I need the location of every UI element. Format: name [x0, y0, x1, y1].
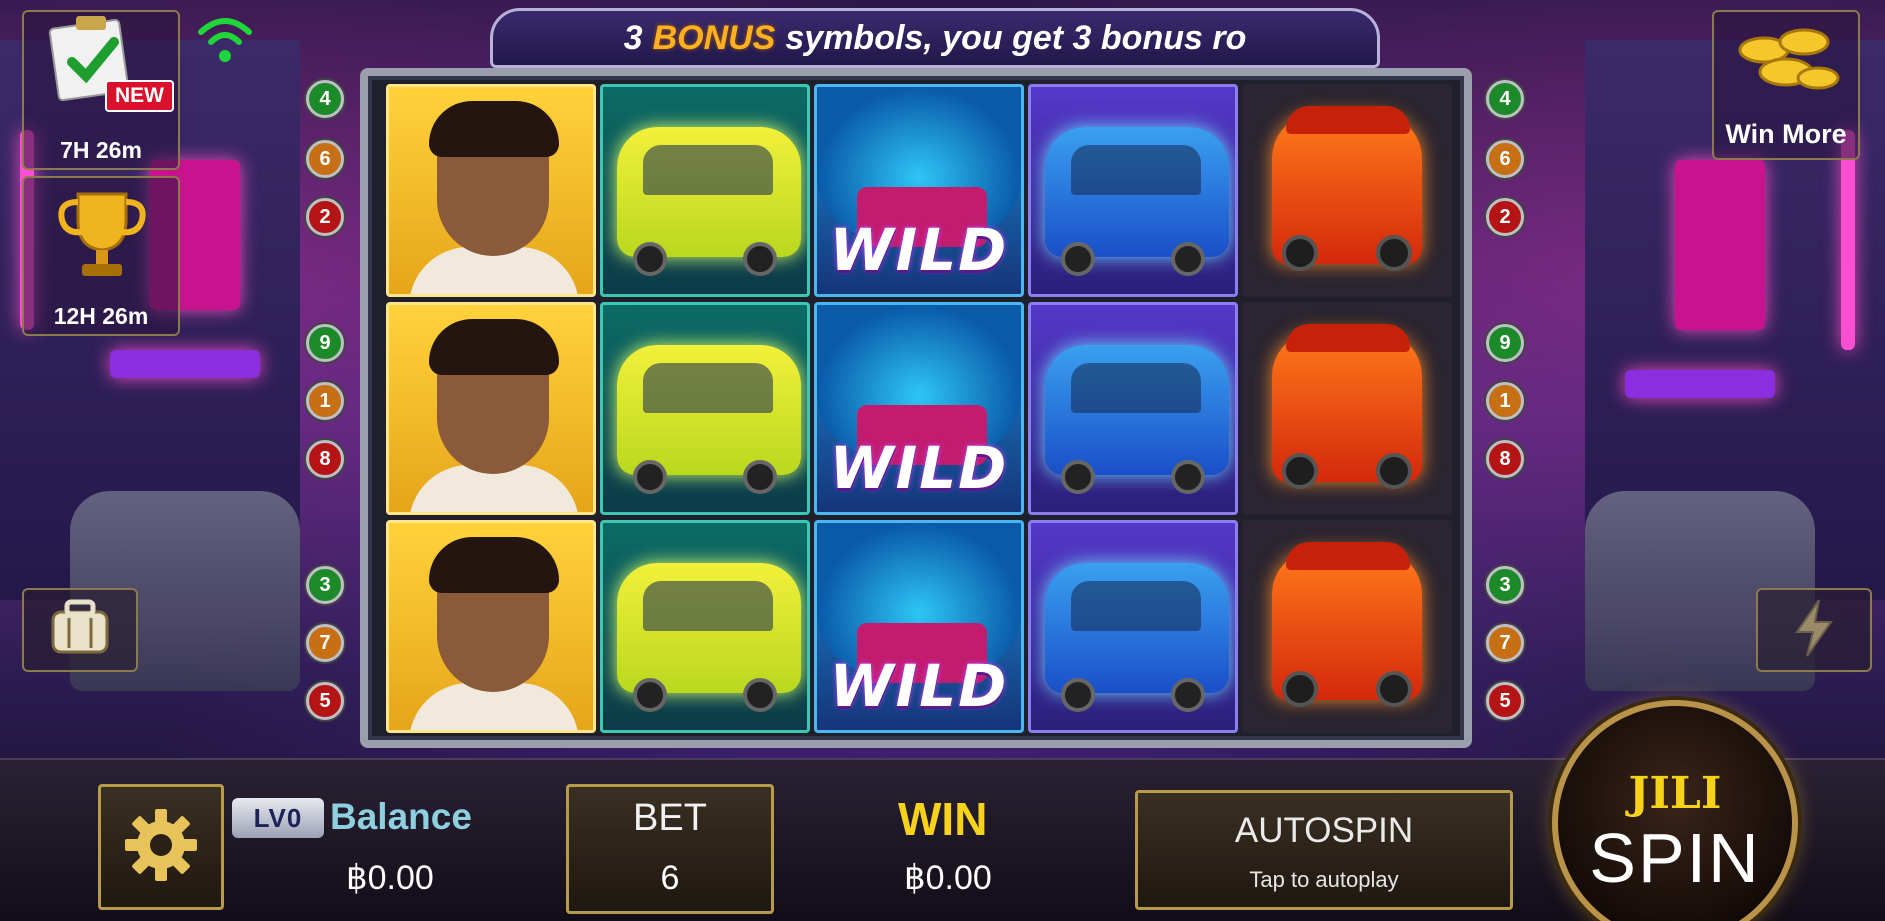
symbol-blue-taxi — [1028, 302, 1238, 515]
bet-value: 6 — [660, 859, 680, 897]
symbol-wild: WILD — [814, 302, 1024, 515]
leaderboard-widget[interactable]: 12H 26m — [22, 176, 180, 336]
symbol-blue-taxi — [1028, 84, 1238, 297]
payline-left-8: 8 — [306, 440, 344, 478]
payline-left-2: 2 — [306, 198, 344, 236]
lightning-icon — [1789, 598, 1839, 663]
level-badge: LV0 — [232, 798, 324, 838]
payline-right-5: 5 — [1486, 682, 1524, 720]
symbol-wild: WILD — [814, 84, 1024, 297]
payline-right-7: 7 — [1486, 624, 1524, 662]
payline-left-6: 6 — [306, 140, 344, 178]
daily-task-widget[interactable]: NEW 7H 26m — [22, 10, 180, 170]
banner-highlight: BONUS — [652, 18, 776, 57]
bet-label: BET — [633, 797, 707, 839]
bet-button[interactable]: BET 6 — [566, 784, 774, 914]
balance-value: ฿0.00 — [346, 859, 434, 897]
turbo-button[interactable] — [1756, 588, 1872, 672]
gear-icon — [121, 805, 201, 890]
symbol-man — [386, 520, 596, 733]
balance-label: Balance — [330, 796, 472, 837]
win-more-label: Win More — [1725, 119, 1847, 149]
settings-button[interactable] — [98, 784, 224, 910]
payline-left-3: 3 — [306, 566, 344, 604]
trophy-icon — [52, 184, 152, 289]
gold-coins-icon — [1734, 20, 1844, 115]
spin-brand-label: JILI — [1628, 768, 1722, 819]
symbol-blue-taxi — [1028, 520, 1238, 733]
payline-right-8: 8 — [1486, 440, 1524, 478]
payline-left-1: 1 — [306, 382, 344, 420]
autospin-subtitle: Tap to autoplay — [1249, 867, 1399, 892]
symbol-tuk-tuk — [1242, 302, 1452, 515]
task-timer: 7H 26m — [60, 137, 142, 163]
payline-right-1: 1 — [1486, 382, 1524, 420]
wild-label: WILD — [829, 652, 1009, 720]
wild-label: WILD — [829, 216, 1009, 284]
bag-button[interactable] — [22, 588, 138, 672]
payline-left-5: 5 — [306, 682, 344, 720]
payline-left-4: 4 — [306, 80, 344, 118]
spin-label: SPIN — [1589, 819, 1761, 897]
payline-left-7: 7 — [306, 624, 344, 662]
symbol-yellow-taxi — [600, 520, 810, 733]
win-label: WIN — [898, 793, 988, 845]
banner-suffix: symbols, you get 3 bonus ro — [785, 18, 1247, 57]
payline-right-9: 9 — [1486, 324, 1524, 362]
symbol-tuk-tuk — [1242, 84, 1452, 297]
wild-label: WILD — [829, 434, 1009, 502]
symbol-man — [386, 302, 596, 515]
payline-right-3: 3 — [1486, 566, 1524, 604]
reel-grid: WILD WILD WILD — [360, 68, 1472, 748]
win-value: ฿0.00 — [904, 859, 992, 897]
symbol-tuk-tuk — [1242, 520, 1452, 733]
payline-right-4: 4 — [1486, 80, 1524, 118]
wifi-icon — [195, 12, 255, 73]
payline-right-6: 6 — [1486, 140, 1524, 178]
new-badge: NEW — [105, 80, 174, 112]
autospin-button[interactable]: AUTOSPIN Tap to autoplay — [1135, 790, 1513, 910]
symbol-wild: WILD — [814, 520, 1024, 733]
banner-prefix: 3 — [623, 18, 643, 57]
leaderboard-timer: 12H 26m — [53, 303, 149, 329]
symbol-yellow-taxi — [600, 302, 810, 515]
symbol-yellow-taxi — [600, 84, 810, 297]
win-more-button[interactable]: Win More — [1712, 10, 1860, 160]
payline-right-2: 2 — [1486, 198, 1524, 236]
backpack-icon — [45, 598, 115, 663]
autospin-label: AUTOSPIN — [1234, 811, 1414, 850]
symbol-man — [386, 84, 596, 297]
payline-left-9: 9 — [306, 324, 344, 362]
info-banner: 3 BONUS symbols, you get 3 bonus ro — [490, 8, 1380, 68]
